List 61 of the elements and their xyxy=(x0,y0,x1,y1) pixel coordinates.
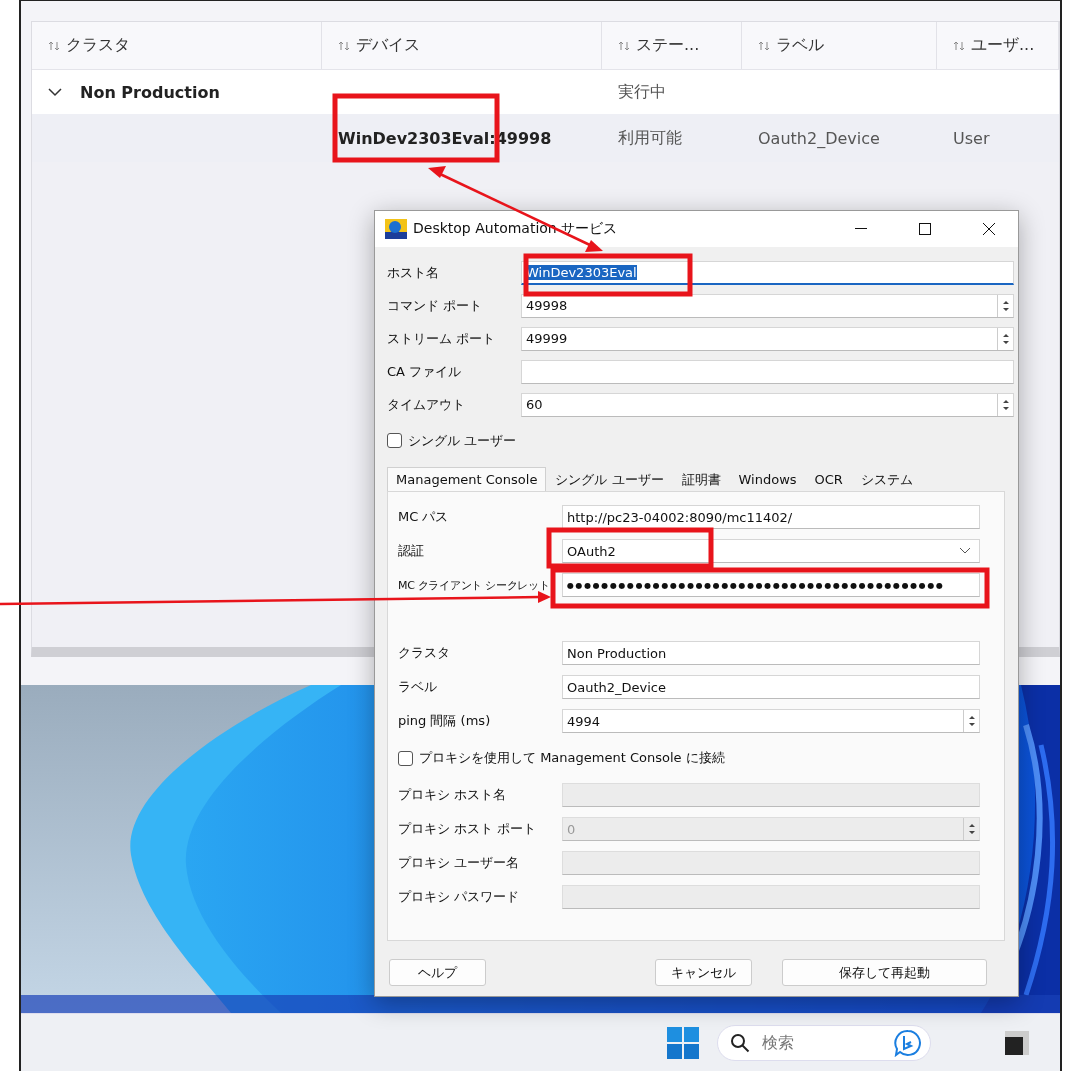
field-label: CA ファイル xyxy=(387,362,463,381)
search-input[interactable]: 検索 xyxy=(760,1032,880,1053)
minimize-icon xyxy=(855,228,867,230)
field-label: クラスタ xyxy=(398,644,451,662)
field-label: プロキシ パスワード xyxy=(398,888,521,906)
close-icon xyxy=(983,223,995,235)
app-logo-icon xyxy=(385,219,407,239)
field-label: MC パス xyxy=(398,508,450,526)
label-cell-text: Oauth2_Device xyxy=(757,128,881,148)
search-field[interactable]: 検索 xyxy=(717,1024,931,1061)
field-label: 認証 xyxy=(398,542,425,560)
dialog-button[interactable]: キャンセル xyxy=(655,959,752,986)
sort-icon xyxy=(48,39,60,52)
checkbox[interactable] xyxy=(398,750,413,766)
chat-bubble-icon[interactable] xyxy=(894,1028,922,1057)
text-field[interactable]: Oauth2_Device xyxy=(562,675,980,699)
text-field[interactable]: WinDev2303Eval xyxy=(521,260,1014,285)
checkbox-label: シングル ユーザー xyxy=(408,431,517,450)
search-icon xyxy=(730,1032,750,1053)
checkbox[interactable] xyxy=(387,433,402,448)
maximize-icon xyxy=(919,223,931,235)
field-label: プロキシ ホスト ポート xyxy=(398,820,538,838)
tab[interactable]: Management Console xyxy=(387,467,547,491)
user-cell-text: User xyxy=(952,128,991,148)
number-field[interactable]: 49998 xyxy=(521,293,1014,318)
group-name: Non Production xyxy=(80,82,220,102)
chevron-down-icon[interactable] xyxy=(959,547,971,555)
sort-icon xyxy=(618,39,630,52)
field-label: プロキシ ホスト名 xyxy=(398,786,508,804)
number-field[interactable]: 60 xyxy=(521,392,1014,417)
chevron-icon[interactable] xyxy=(48,85,62,99)
field-label: ストリーム ポート xyxy=(387,329,497,348)
column-header[interactable]: ユーザ... xyxy=(937,22,1059,69)
text-field[interactable]: Non Production xyxy=(562,641,980,665)
windows-logo-icon[interactable] xyxy=(667,1026,699,1059)
field-label: ラベル xyxy=(398,678,438,696)
field-label: ping 間隔 (ms) xyxy=(398,712,492,730)
number-field[interactable]: 4994 xyxy=(562,709,980,733)
field-label: MC クライアント シークレット xyxy=(398,577,551,593)
dropdown-field[interactable]: OAuth2 xyxy=(562,539,980,563)
dialog-button[interactable]: ヘルプ xyxy=(389,959,486,986)
field-label: プロキシ ユーザー名 xyxy=(398,854,521,872)
checkbox-label: プロキシを使用して Management Console に接続 xyxy=(419,749,725,767)
column-header[interactable]: ステー... xyxy=(602,22,742,69)
column-header[interactable]: ラベル xyxy=(742,22,937,69)
field-label: コマンド ポート xyxy=(387,296,484,315)
field-label: タイムアウト xyxy=(387,395,466,414)
column-header[interactable]: デバイス xyxy=(322,22,602,69)
column-header[interactable]: クラスタ xyxy=(32,22,322,69)
sort-icon xyxy=(758,39,770,52)
number-field[interactable]: 49999 xyxy=(521,326,1014,351)
password-field[interactable]: ●●●●●●●●●●●●●●●●●●●●●●●●●●●●●●●●●●●●●●●●●●●● xyxy=(562,573,980,597)
sort-icon xyxy=(338,39,350,52)
dialog-button[interactable]: 保存して再起動 xyxy=(782,959,987,986)
text-field[interactable]: http://pc23-04002:8090/mc11402/ xyxy=(562,505,980,529)
status-cell-text: 実行中 xyxy=(617,81,667,103)
field-label: ホスト名 xyxy=(387,263,440,282)
status-cell-text: 利用可能 xyxy=(617,127,683,149)
sort-icon xyxy=(953,39,965,52)
app-icon[interactable] xyxy=(1005,1030,1029,1055)
text-field[interactable] xyxy=(521,359,1014,384)
